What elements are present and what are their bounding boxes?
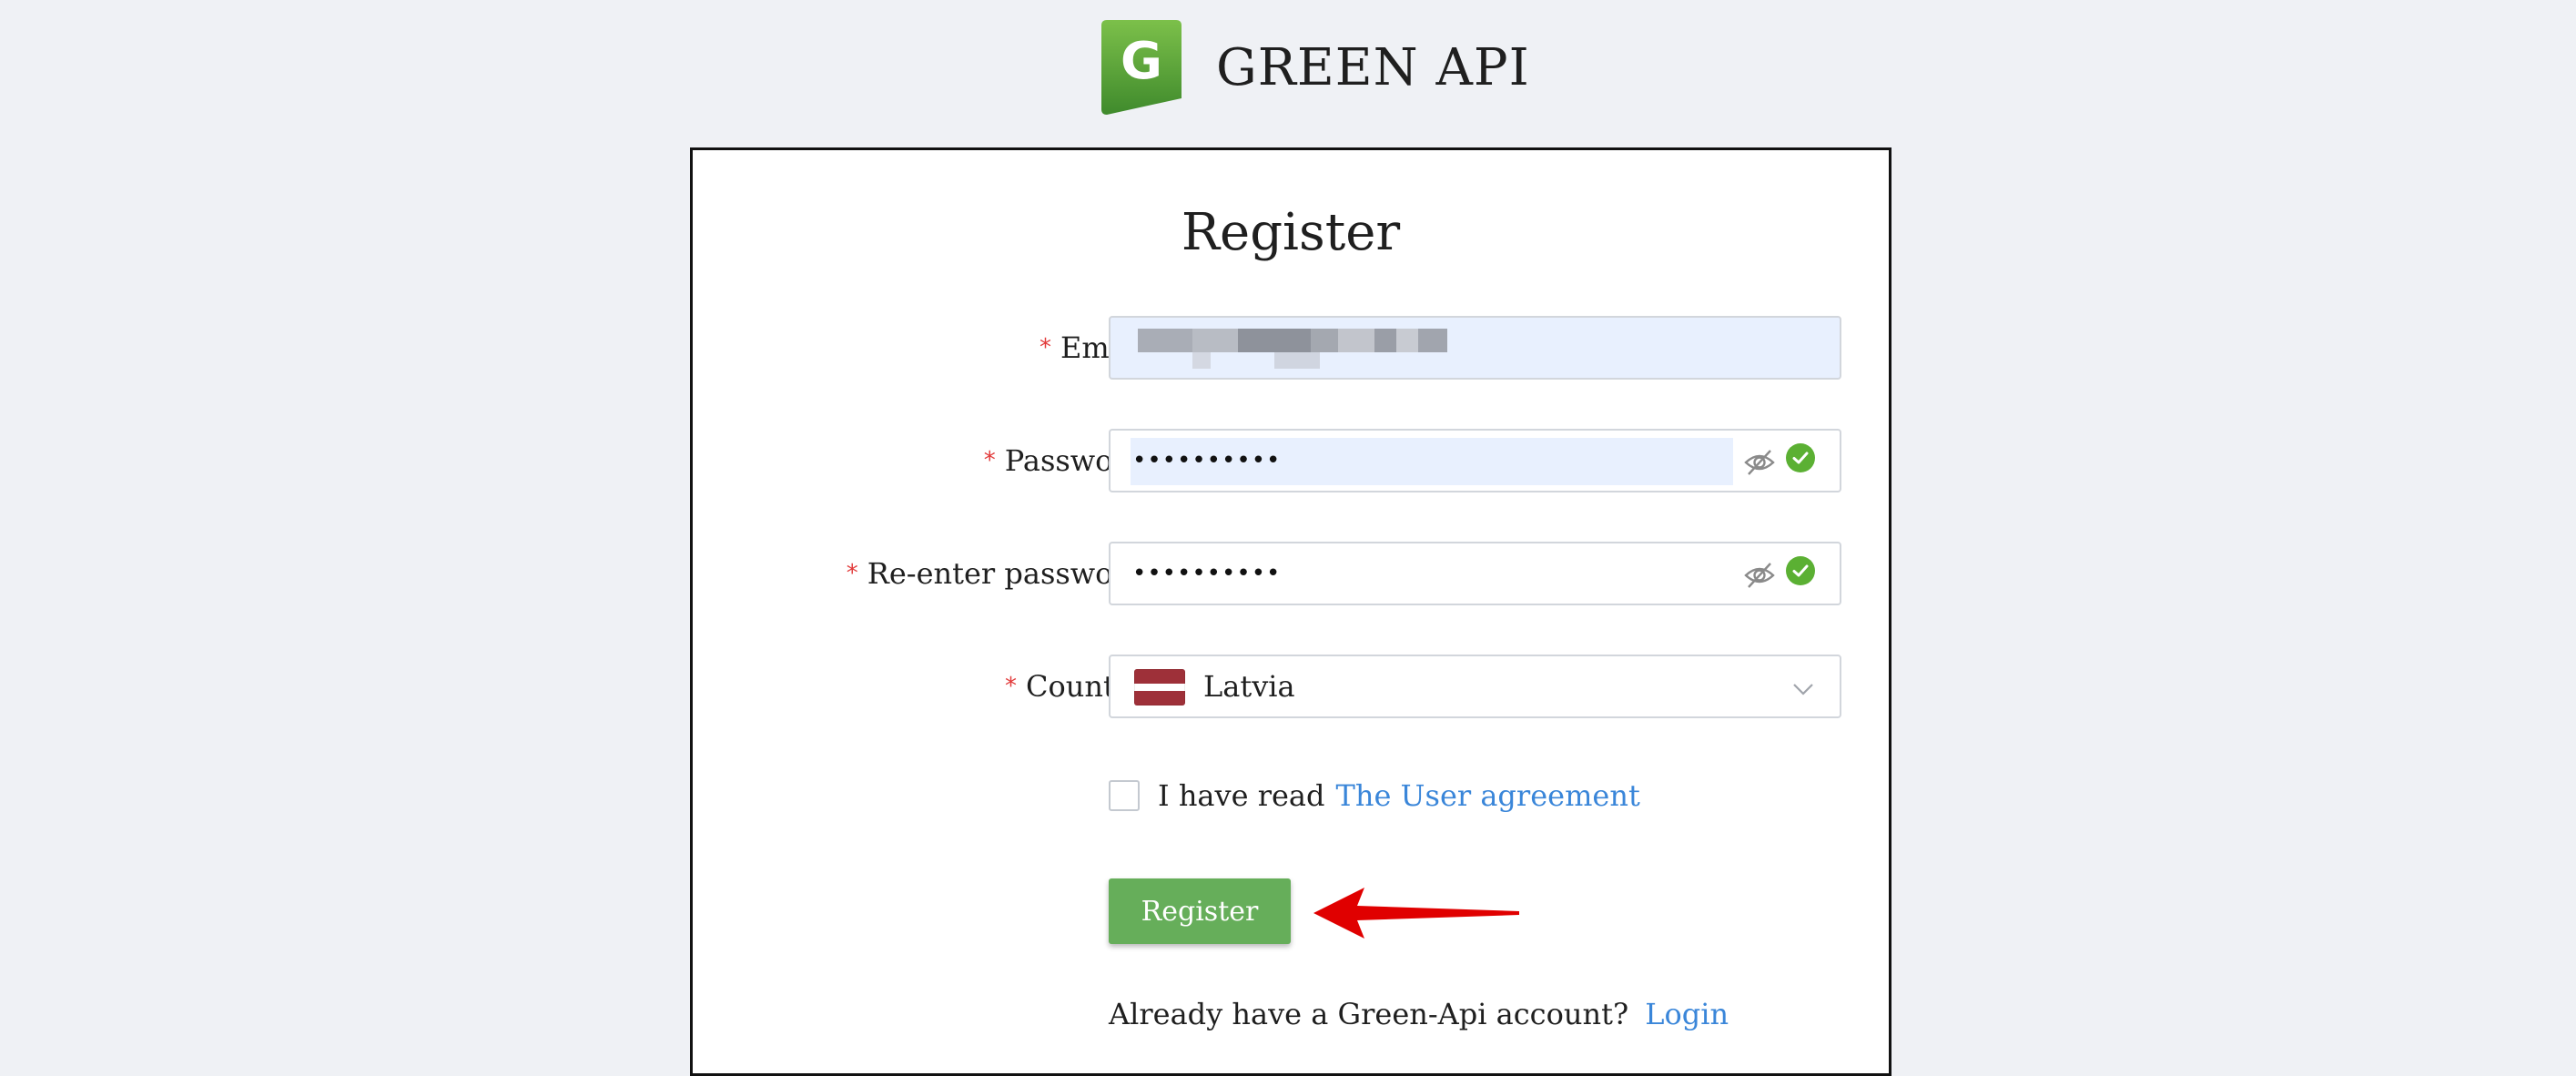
page-title: Register: [1181, 203, 1401, 262]
reenter-password-row: * Re-enter password : ••••••••••: [693, 542, 1889, 605]
brand-name: GREEN API: [1216, 37, 1530, 97]
eye-off-icon[interactable]: [1743, 446, 1776, 479]
password-row: * Password : ••••••••••: [693, 429, 1889, 492]
country-row: * Country : Latvia: [693, 655, 1889, 718]
register-card: Register * Email : * Pas: [690, 147, 1891, 1076]
email-field[interactable]: [1109, 316, 1841, 380]
country-select[interactable]: Latvia: [1109, 655, 1841, 718]
login-prompt: Already have a Green-Api account? Login: [1109, 997, 1729, 1031]
green-api-logo-icon: G: [1101, 20, 1182, 115]
latvia-flag-icon: [1134, 669, 1185, 705]
required-mark: *: [1005, 673, 1018, 700]
password-field[interactable]: ••••••••••: [1109, 429, 1841, 492]
check-circle-icon: [1786, 443, 1815, 472]
red-arrow-icon: [1313, 888, 1519, 939]
agreement-row: I have read The User agreement: [1109, 775, 1640, 817]
chevron-down-icon[interactable]: [1790, 676, 1816, 702]
email-row: * Email :: [693, 316, 1889, 380]
blurred-email-value: [1138, 329, 1447, 372]
reenter-password-label-text: Re-enter password: [867, 556, 1146, 591]
agreement-checkbox[interactable]: [1109, 780, 1140, 811]
login-link[interactable]: Login: [1645, 997, 1729, 1031]
reenter-password-value: ••••••••••: [1132, 560, 1282, 587]
password-value: ••••••••••: [1132, 447, 1282, 474]
agreement-text: I have read: [1158, 778, 1325, 813]
eye-off-icon[interactable]: [1743, 559, 1776, 592]
register-button[interactable]: Register: [1109, 878, 1291, 944]
svg-text:G: G: [1121, 32, 1162, 91]
required-mark: *: [983, 447, 996, 474]
country-value: Latvia: [1203, 669, 1295, 704]
user-agreement-link[interactable]: The User agreement: [1335, 778, 1639, 813]
login-prompt-text: Already have a Green-Api account?: [1109, 997, 1629, 1031]
check-circle-icon: [1786, 556, 1815, 585]
brand-header: G GREEN API: [1101, 20, 1530, 115]
required-mark: *: [846, 560, 858, 587]
reenter-password-field[interactable]: ••••••••••: [1109, 542, 1841, 605]
required-mark: *: [1039, 334, 1051, 361]
